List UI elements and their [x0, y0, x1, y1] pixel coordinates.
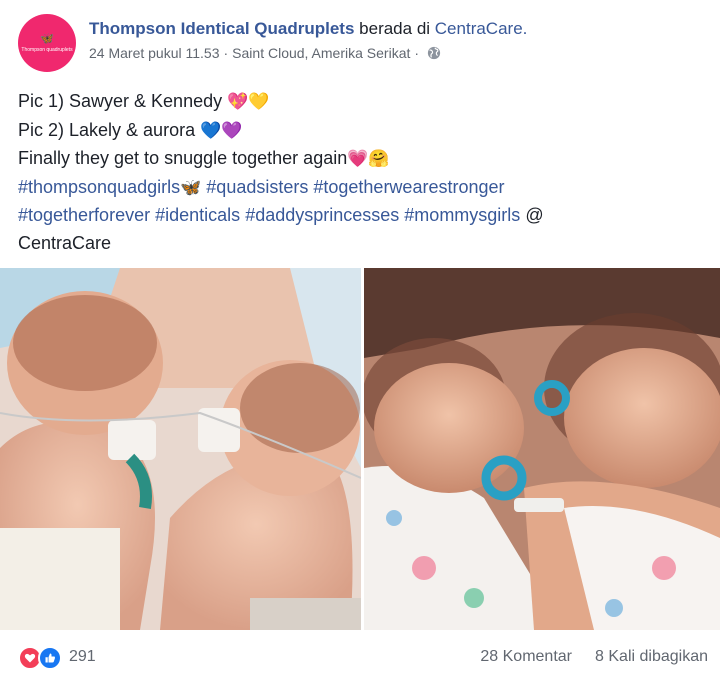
mention-line: CentraCare: [18, 230, 708, 258]
caption-line-1: Pic 1) Sawyer & Kennedy 💖💛: [18, 88, 708, 117]
reaction-icons[interactable]: [18, 646, 66, 670]
title-line: Thompson Identical Quadruplets berada di…: [89, 18, 709, 40]
page-name-link[interactable]: Thompson Identical Quadruplets: [89, 19, 354, 38]
caption-text: Pic 2) Lakely & aurora: [18, 119, 196, 140]
separator: ·: [414, 45, 420, 61]
hashtag-line-2: #togetherforever #identicals #daddysprin…: [18, 202, 708, 230]
location-link[interactable]: Saint Cloud, Amerika Serikat: [232, 44, 410, 62]
heart-hug-emoji-icon: 💗🤗: [347, 149, 390, 169]
hashtag-link[interactable]: #togetherwearestronger: [313, 177, 504, 197]
globe-icon[interactable]: [427, 46, 441, 60]
hashtag-link[interactable]: #togetherforever: [18, 205, 150, 225]
hashtag-link[interactable]: #quadsisters: [206, 177, 308, 197]
header-text: Thompson Identical Quadruplets berada di…: [89, 18, 709, 62]
comments-count-link[interactable]: 28 Komentar: [480, 648, 572, 666]
place-link[interactable]: CentraCare.: [435, 19, 528, 38]
hashtag-link[interactable]: #identicals: [155, 205, 240, 225]
at-sign: @: [525, 205, 544, 225]
hashtag-link[interactable]: #thompsonquadgirls: [18, 177, 180, 197]
photo-2[interactable]: [364, 268, 720, 630]
photo-2-image: [364, 268, 720, 630]
like-reaction-icon: [38, 646, 62, 670]
heart-emoji-icon: 💖💛: [227, 92, 270, 112]
hashtag-link[interactable]: #daddysprincesses: [245, 205, 399, 225]
heart-emoji-icon: 💙💜: [200, 120, 243, 141]
avatar-logo-text: Thompson quadruplets: [21, 46, 73, 53]
meta-line: 24 Maret pukul 11.53 · Saint Cloud, Amer…: [89, 44, 709, 62]
photo-1[interactable]: [0, 268, 361, 630]
post-header: 🦋 Thompson quadruplets Thompson Identica…: [18, 14, 708, 74]
at-text: berada di: [359, 19, 431, 38]
timestamp-link[interactable]: 24 Maret pukul 11.53: [89, 44, 220, 62]
separator: ·: [223, 45, 229, 61]
hashtag-link[interactable]: #mommysgirls: [404, 205, 520, 225]
photo-1-image: [0, 268, 361, 630]
caption-text: Finally they get to snuggle together aga…: [18, 148, 348, 168]
caption-line-3: Finally they get to snuggle together aga…: [18, 145, 708, 174]
reactions-bar: 291 28 Komentar 8 Kali dibagikan: [18, 643, 708, 673]
caption-text: Pic 1) Sawyer & Kennedy: [18, 91, 223, 111]
caption-line-2: Pic 2) Lakely & aurora 💙💜: [18, 117, 708, 146]
reaction-count[interactable]: 291: [69, 648, 96, 666]
shares-count-link[interactable]: 8 Kali dibagikan: [595, 648, 708, 666]
post-body: Pic 1) Sawyer & Kennedy 💖💛 Pic 2) Lakely…: [18, 88, 708, 257]
butterfly-logo-icon: 🦋: [40, 32, 54, 45]
hashtag-line-1: #thompsonquadgirls🦋 #quadsisters #togeth…: [18, 174, 708, 203]
mention-link[interactable]: CentraCare: [18, 233, 111, 253]
photo-grid: [0, 268, 720, 630]
butterfly-emoji-icon: 🦋: [180, 177, 202, 198]
avatar[interactable]: 🦋 Thompson quadruplets: [18, 14, 76, 72]
